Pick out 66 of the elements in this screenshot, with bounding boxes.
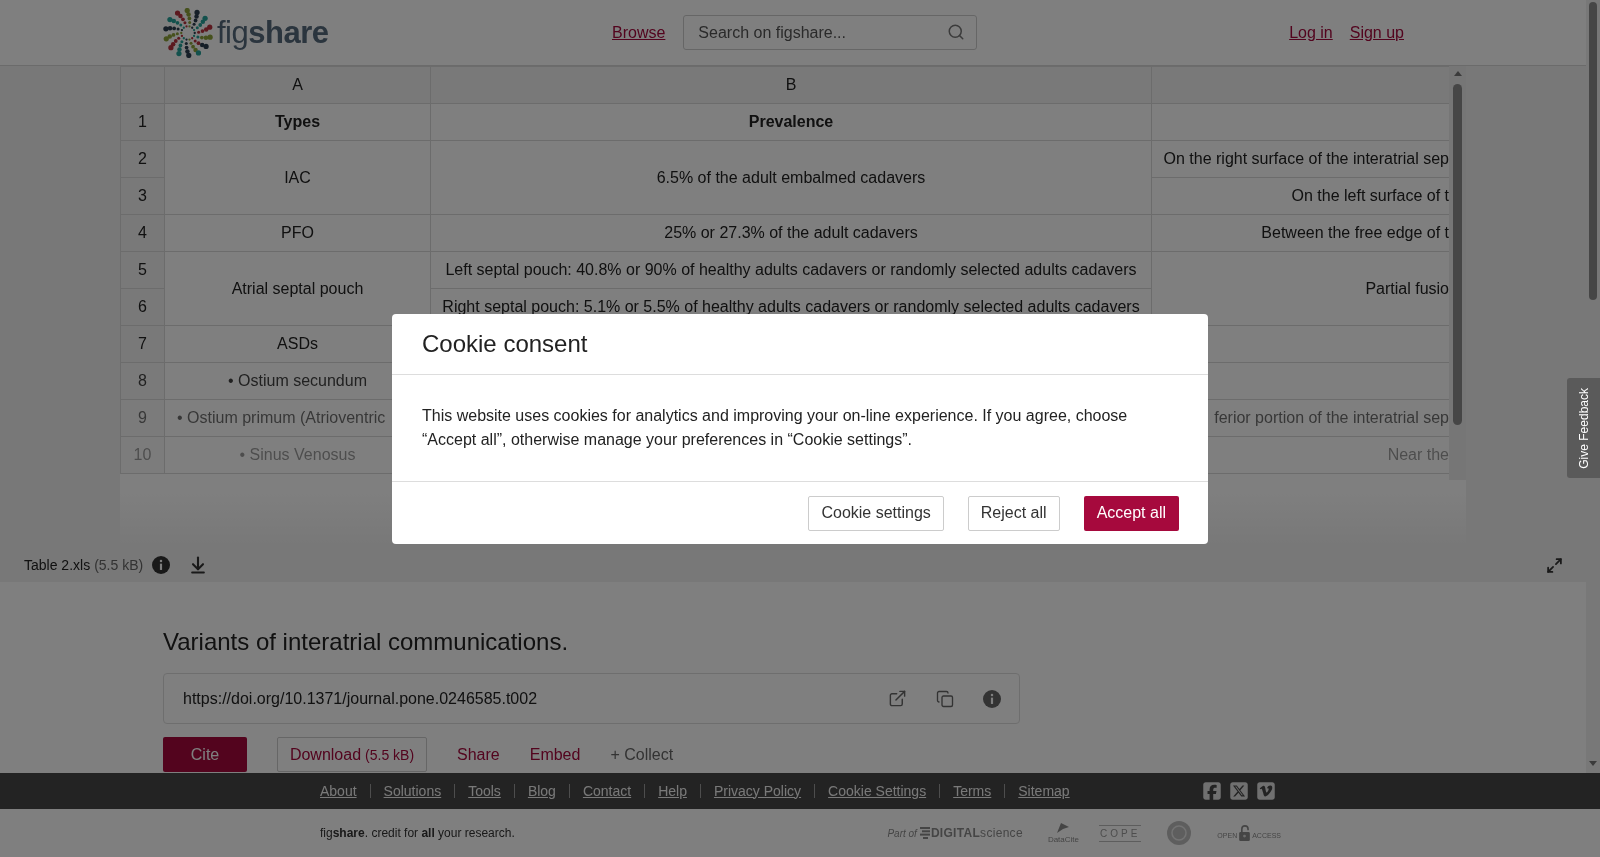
vimeo-icon[interactable] bbox=[1256, 781, 1276, 801]
table-cell: 25% or 27.3% of the adult cadavers bbox=[430, 214, 1152, 252]
padlock-icon bbox=[1239, 825, 1251, 841]
info-icon[interactable] bbox=[152, 556, 171, 574]
partner-prefix: Part of bbox=[887, 826, 917, 841]
footer-link[interactable]: About bbox=[320, 780, 357, 802]
search-icon[interactable] bbox=[947, 23, 966, 41]
column-header: A bbox=[164, 66, 431, 104]
scroll-up-arrow-icon[interactable] bbox=[1453, 71, 1462, 76]
row-number: 8 bbox=[120, 362, 165, 400]
browse-link[interactable]: Browse bbox=[612, 20, 666, 45]
footer-link[interactable]: Terms bbox=[953, 780, 992, 802]
dialog-message: This website uses cookies for analytics and improving your on-line experience. If you agree, choose “Accept all”, otherwise manage your preferences in “Cookie settings”. bbox=[422, 406, 1129, 450]
stacked-bars-icon bbox=[919, 827, 930, 839]
site-logo-text[interactable]: figshare bbox=[217, 17, 329, 48]
external-link-icon[interactable] bbox=[888, 689, 907, 708]
partner-logo-text: DIGITALscience bbox=[930, 825, 1023, 842]
row-number: 5 bbox=[120, 251, 165, 289]
footer-link[interactable]: Solutions bbox=[383, 780, 442, 802]
file-name: Table 2.xls bbox=[24, 555, 91, 575]
scroll-down-arrow-icon[interactable] bbox=[1589, 761, 1597, 766]
collect-link[interactable]: + Collect bbox=[610, 742, 674, 767]
spiral-logo-icon bbox=[163, 7, 213, 58]
row-number: 6 bbox=[120, 288, 165, 326]
auth-link[interactable]: Sign up bbox=[1349, 20, 1404, 45]
footer-link[interactable]: Privacy Policy bbox=[713, 780, 802, 802]
feedback-tab[interactable]: Give Feedback bbox=[1567, 378, 1600, 478]
expand-icon[interactable] bbox=[1546, 556, 1563, 574]
copy-icon[interactable] bbox=[936, 689, 954, 708]
row-number: 7 bbox=[120, 325, 165, 363]
scrollbar-thumb[interactable] bbox=[1453, 84, 1462, 425]
item-title: Variants of interatrial communications. bbox=[163, 627, 569, 657]
info-icon[interactable] bbox=[983, 689, 1001, 708]
doi-text: https://doi.org/10.1371/journal.pone.0246585.t002 bbox=[183, 688, 538, 709]
action-link[interactable]: Embed bbox=[529, 742, 581, 767]
auth-link[interactable]: Log in bbox=[1289, 20, 1333, 45]
seal-icon bbox=[1167, 821, 1192, 845]
table-cell: Left septal pouch: 40.8% or 90% of healthy adults cadavers or randomly selected adults cadavers bbox=[430, 251, 1152, 289]
table-cell: IAC bbox=[164, 140, 431, 215]
footer-tagline: figshare. credit for all your research. bbox=[320, 825, 515, 842]
search-field[interactable]: Search on figshare... bbox=[683, 15, 978, 50]
footer-link[interactable]: Contact bbox=[582, 780, 632, 802]
scrollbar-thumb[interactable] bbox=[1589, 2, 1597, 300]
dialog-button[interactable]: Accept all bbox=[1083, 495, 1179, 531]
row-number: 1 bbox=[120, 103, 165, 141]
table-cell: PFO bbox=[164, 214, 431, 252]
footer-link[interactable]: Tools bbox=[468, 780, 501, 802]
footer-link[interactable]: Cookie Settings bbox=[828, 780, 927, 802]
footer-link[interactable]: Sitemap bbox=[1018, 780, 1070, 802]
row-number: 2 bbox=[120, 140, 165, 178]
column-header: B bbox=[430, 66, 1152, 104]
table-cell: Prevalence bbox=[430, 103, 1152, 141]
row-number: 4 bbox=[120, 214, 165, 252]
row-number: 3 bbox=[120, 177, 165, 215]
table-cell: 6.5% of the adult embalmed cadavers bbox=[430, 140, 1152, 215]
action-link[interactable]: Share bbox=[457, 742, 500, 767]
x-icon[interactable] bbox=[1229, 781, 1249, 801]
cite-button[interactable]: Cite bbox=[163, 737, 247, 772]
download-button[interactable]: Download (5.5 kB) bbox=[277, 737, 427, 772]
file-size: (5.5 kB) bbox=[94, 555, 144, 575]
dialog-button[interactable]: Cookie settings bbox=[808, 495, 944, 531]
footer-link[interactable]: Help bbox=[658, 780, 687, 802]
footer-link[interactable]: Blog bbox=[527, 780, 556, 802]
facebook-icon[interactable] bbox=[1202, 781, 1222, 801]
dialog-button[interactable]: Reject all bbox=[967, 495, 1060, 531]
table-cell: Types bbox=[164, 103, 431, 141]
